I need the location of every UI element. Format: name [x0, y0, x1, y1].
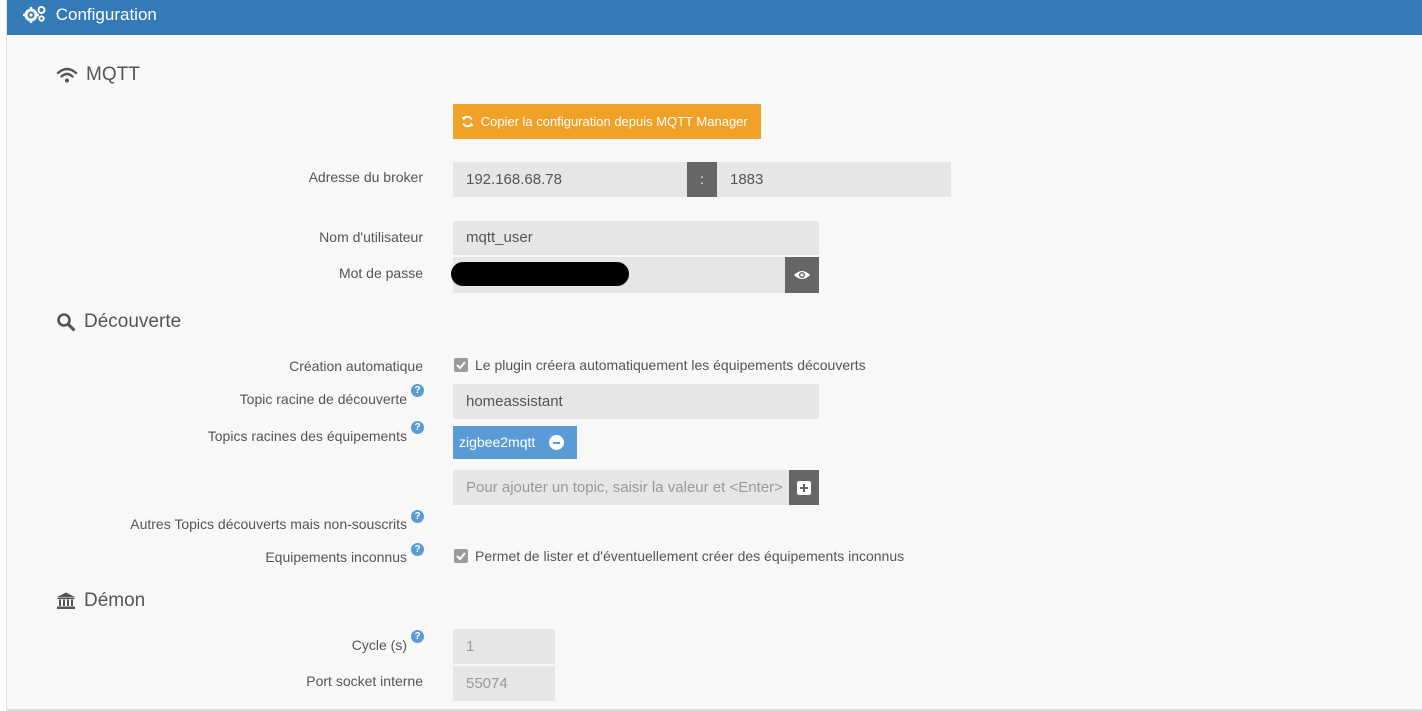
auto-create-checkbox[interactable]	[454, 358, 468, 372]
section-mqtt: MQTT	[56, 64, 140, 86]
check-icon	[456, 361, 466, 370]
device-topic-tag: zigbee2mqtt	[453, 426, 577, 459]
other-topics-label: Autres Topics découverts mais non-souscr…	[130, 516, 407, 532]
root-topic-label: Topic racine de découverte	[239, 391, 407, 407]
username-input[interactable]: mqtt_user	[453, 221, 819, 255]
show-password-button[interactable]	[785, 257, 819, 293]
institution-icon	[57, 592, 75, 609]
check-icon	[456, 552, 466, 561]
refresh-icon	[461, 115, 474, 128]
help-icon[interactable]: ?	[411, 630, 424, 643]
section-discovery-title: Découverte	[84, 311, 182, 332]
help-icon[interactable]: ?	[411, 543, 424, 556]
unknown-devices-label: Equipements inconnus	[265, 549, 407, 565]
eye-icon	[794, 271, 810, 279]
gears-icon	[23, 3, 47, 33]
panel-title: Configuration	[55, 5, 157, 24]
socket-port-input[interactable]: 55074	[453, 666, 555, 701]
broker-host-input[interactable]: 192.168.68.78	[453, 162, 687, 197]
broker-separator: :	[687, 162, 717, 197]
broker-port-input[interactable]: 1883	[717, 162, 951, 197]
configuration-panel: Configuration MQTT Copier la configurati…	[6, 0, 1422, 711]
search-icon	[57, 313, 76, 332]
device-topics-label: Topics racines des équipements	[207, 428, 407, 444]
unknown-devices-text: Permet de lister et d'éventuellement cré…	[475, 548, 905, 564]
section-daemon: Démon	[56, 590, 145, 612]
section-daemon-title: Démon	[84, 590, 146, 611]
wifi-icon	[56, 67, 78, 83]
plus-square-icon	[797, 480, 811, 495]
add-topic-input[interactable]: Pour ajouter un topic, saisir la valeur …	[453, 470, 789, 505]
root-topic-input[interactable]: homeassistant	[453, 384, 819, 419]
minus-circle-icon[interactable]	[549, 435, 564, 450]
password-label: Mot de passe	[338, 265, 423, 281]
username-label: Nom d'utilisateur	[319, 229, 423, 245]
cycle-input[interactable]: 1	[453, 629, 555, 664]
section-mqtt-title: MQTT	[86, 64, 140, 85]
add-topic-button[interactable]	[789, 470, 819, 505]
auto-create-label: Création automatique	[289, 358, 423, 374]
section-discovery: Découverte	[56, 311, 181, 333]
copy-config-label: Copier la configuration depuis MQTT Mana…	[480, 114, 748, 129]
help-icon[interactable]: ?	[411, 510, 424, 523]
copy-config-button[interactable]: Copier la configuration depuis MQTT Mana…	[453, 104, 761, 139]
device-topic-tag-label: zigbee2mqtt	[459, 434, 536, 450]
socket-port-label: Port socket interne	[306, 673, 423, 689]
help-icon[interactable]: ?	[411, 384, 424, 397]
cycle-label: Cycle (s)	[351, 637, 407, 653]
unknown-devices-checkbox[interactable]	[454, 549, 468, 563]
broker-label: Adresse du broker	[308, 169, 423, 185]
password-redaction	[451, 262, 629, 286]
help-icon[interactable]: ?	[411, 421, 424, 434]
auto-create-text: Le plugin créera automatiquement les équ…	[475, 357, 866, 373]
panel-header: Configuration	[7, 0, 1422, 35]
